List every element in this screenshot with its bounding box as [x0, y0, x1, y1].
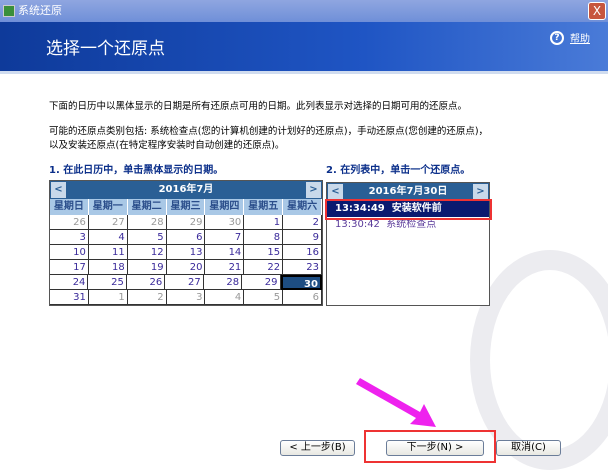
arrow-annotation — [356, 378, 436, 427]
